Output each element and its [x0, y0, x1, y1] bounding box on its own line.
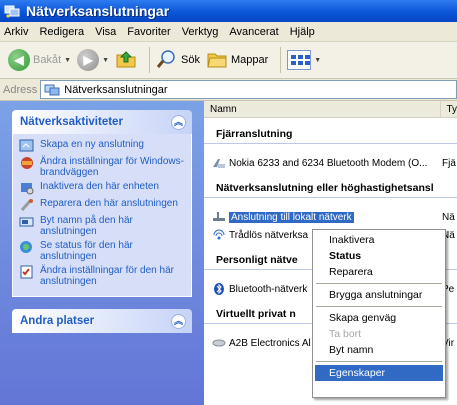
up-folder-button[interactable] [115, 49, 137, 72]
firewall-icon [19, 156, 35, 170]
forward-button[interactable]: ▶ ▼ [77, 49, 109, 71]
disable-device-icon [19, 181, 35, 195]
views-icon [287, 50, 312, 70]
back-arrow-icon: ◀ [8, 49, 30, 71]
modem-icon [212, 157, 226, 169]
task-label: Byt namn på den här anslutningen [40, 215, 133, 237]
forward-arrow-icon: ▶ [77, 49, 100, 71]
toolbar-separator [149, 47, 151, 73]
address-label: Adress [3, 83, 38, 96]
wireless-icon [212, 229, 226, 241]
folders-icon [206, 49, 228, 72]
network-connections-icon [44, 83, 60, 97]
vpn-icon [212, 337, 226, 349]
network-tasks-list: Skapa en ny anslutning Ändra inställning… [12, 134, 192, 297]
address-value: Nätverksanslutningar [64, 83, 168, 96]
task-repair-connection[interactable]: Reparera den här anslutningen [19, 198, 185, 212]
toolbar-separator [280, 47, 282, 73]
network-tasks-header[interactable]: Nätverksaktiviteter ︽ [12, 110, 192, 134]
address-input[interactable]: Nätverksanslutningar [40, 80, 457, 99]
list-item[interactable]: Nokia 6233 and 6234 Bluetooth Modem (O..… [204, 154, 457, 172]
item-name: A2B Electronics Al [229, 337, 311, 349]
bluetooth-icon [212, 283, 226, 295]
properties-icon [19, 265, 35, 279]
item-name: Trådlös nätverksa [229, 229, 309, 241]
toolbar: ◀ Bakåt ▼ ▶ ▼ Sök Mappar ▼ [0, 42, 457, 79]
task-label: Reparera den här anslutningen [40, 198, 178, 209]
title-bar: Nätverksanslutningar [0, 0, 457, 22]
other-places-title: Andra platser [20, 315, 95, 327]
menu-separator [316, 361, 442, 362]
menu-visa[interactable]: Visa [91, 26, 123, 38]
folders-button[interactable]: Mappar [206, 49, 268, 72]
lan-icon [212, 211, 226, 223]
network-tasks-title: Nätverksaktiviteter [20, 116, 123, 128]
network-connections-icon [4, 4, 20, 18]
task-disable-device[interactable]: Inaktivera den här enheten [19, 181, 185, 195]
task-label: Skapa en ny anslutning [40, 139, 144, 150]
group-header-dialup: Fjärranslutning [204, 118, 457, 144]
menu-verktyg[interactable]: Verktyg [178, 26, 226, 38]
search-label: Sök [181, 54, 200, 66]
repair-icon [19, 198, 35, 212]
item-type: Fjä [442, 157, 456, 169]
task-create-connection[interactable]: Skapa en ny anslutning [19, 139, 185, 153]
task-rename-connection[interactable]: Byt namn på den här anslutningen [19, 215, 185, 237]
group-header-lan: Nätverksanslutning eller höghastighetsan… [204, 172, 457, 198]
folders-label: Mappar [230, 54, 269, 66]
collapse-chevron-icon[interactable]: ︽ [171, 313, 186, 329]
search-icon [156, 49, 178, 72]
views-button[interactable]: ▼ [287, 50, 321, 70]
context-menu: Inaktivera Status Reparera Brygga anslut… [312, 229, 446, 398]
item-type: Nä [442, 211, 455, 223]
menu-separator [316, 306, 442, 307]
collapse-chevron-icon[interactable]: ︽ [171, 114, 186, 130]
chevron-down-icon[interactable]: ▼ [64, 57, 71, 64]
task-label: Inaktivera den här enheten [40, 181, 159, 192]
status-icon [19, 240, 35, 254]
back-button[interactable]: ◀ Bakåt ▼ [8, 49, 71, 71]
task-label: Se status för den här anslutningen [40, 240, 133, 262]
menu-hjalp[interactable]: Hjälp [286, 26, 322, 38]
menu-separator [316, 283, 442, 284]
task-pane: Nätverksaktiviteter ︽ Skapa en ny anslut… [0, 101, 204, 405]
list-item-selected[interactable]: Anslutning till lokalt nätverk Nä [204, 208, 457, 226]
menu-item-create-shortcut[interactable]: Skapa genväg [315, 310, 443, 326]
rename-icon [19, 215, 35, 229]
chevron-down-icon[interactable]: ▼ [314, 57, 321, 64]
menu-item-repair[interactable]: Reparera [315, 264, 443, 280]
column-header: Namn Ty [204, 101, 457, 118]
menu-item-bridge[interactable]: Brygga anslutningar [315, 287, 443, 303]
item-name: Nokia 6233 and 6234 Bluetooth Modem (O..… [229, 157, 428, 169]
menu-avancerat[interactable]: Avancerat [225, 26, 285, 38]
column-name[interactable]: Namn [204, 101, 442, 117]
task-label: Ändra inställningar för Windows-brandväg… [40, 156, 184, 178]
address-bar: Adress Nätverksanslutningar [0, 79, 457, 101]
back-label: Bakåt [33, 54, 62, 66]
task-view-status[interactable]: Se status för den här anslutningen [19, 240, 185, 262]
menu-item-rename[interactable]: Byt namn [315, 342, 443, 358]
task-firewall-settings[interactable]: Ändra inställningar för Windows-brandväg… [19, 156, 185, 178]
menu-favoriter[interactable]: Favoriter [123, 26, 177, 38]
menu-item-delete: Ta bort [329, 328, 362, 340]
task-change-settings[interactable]: Ändra inställningar för den här anslutni… [19, 265, 185, 287]
menu-bar: Arkiv Redigera Visa Favoriter Verktyg Av… [0, 22, 457, 42]
item-name: Bluetooth-nätverk [229, 283, 308, 295]
new-connection-icon [19, 139, 35, 153]
window-title: Nätverksanslutningar [26, 3, 170, 19]
menu-item-disable[interactable]: Inaktivera [315, 232, 443, 248]
task-label: Ändra inställningar för den här anslutni… [40, 265, 174, 287]
column-type[interactable]: Ty [441, 101, 457, 117]
chevron-down-icon[interactable]: ▼ [102, 57, 109, 64]
up-folder-icon [115, 49, 137, 72]
search-button[interactable]: Sök [156, 49, 200, 72]
menu-item-status[interactable]: Status [315, 248, 443, 264]
other-places-header[interactable]: Andra platser ︽ [12, 309, 192, 333]
menu-redigera[interactable]: Redigera [35, 26, 91, 38]
menu-item-properties[interactable]: Egenskaper [315, 365, 443, 381]
item-name: Anslutning till lokalt nätverk [229, 211, 354, 223]
menu-arkiv[interactable]: Arkiv [0, 26, 35, 38]
